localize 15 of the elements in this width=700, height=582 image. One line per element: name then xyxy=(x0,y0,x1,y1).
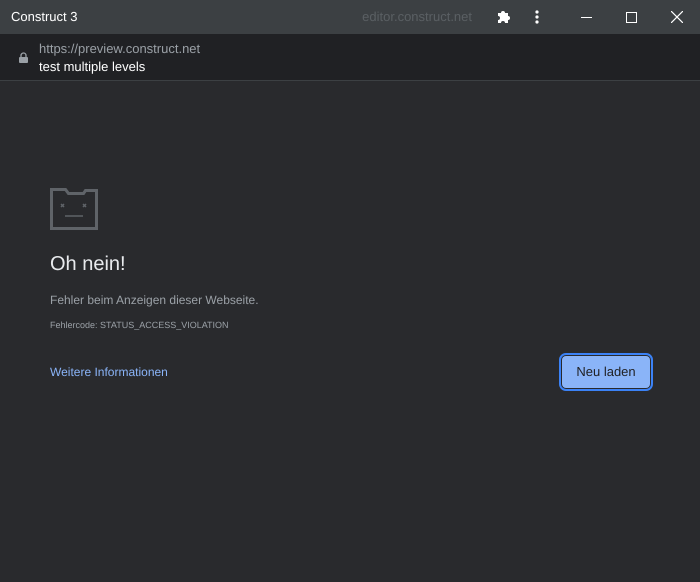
minimize-icon[interactable] xyxy=(581,16,592,18)
more-menu-icon[interactable] xyxy=(535,10,539,24)
page-title: test multiple levels xyxy=(39,60,146,72)
error-code: Fehlercode: STATUS_ACCESS_VIOLATION xyxy=(50,319,230,332)
sad-folder-icon xyxy=(50,188,98,230)
error-heading: Oh nein! xyxy=(50,254,127,274)
close-icon[interactable] xyxy=(671,11,683,23)
more-info-link[interactable]: Weitere Informationen xyxy=(50,362,168,380)
error-message: Fehler beim Anzeigen dieser Webseite. xyxy=(50,292,260,309)
url-text: https://preview.construct.net xyxy=(39,42,200,54)
puzzle-icon[interactable] xyxy=(496,9,512,25)
lock-icon xyxy=(19,52,28,62)
reload-button[interactable]: Neu laden xyxy=(562,356,650,388)
window-title: Construct 3 xyxy=(11,8,78,26)
maximize-icon[interactable] xyxy=(626,12,637,22)
